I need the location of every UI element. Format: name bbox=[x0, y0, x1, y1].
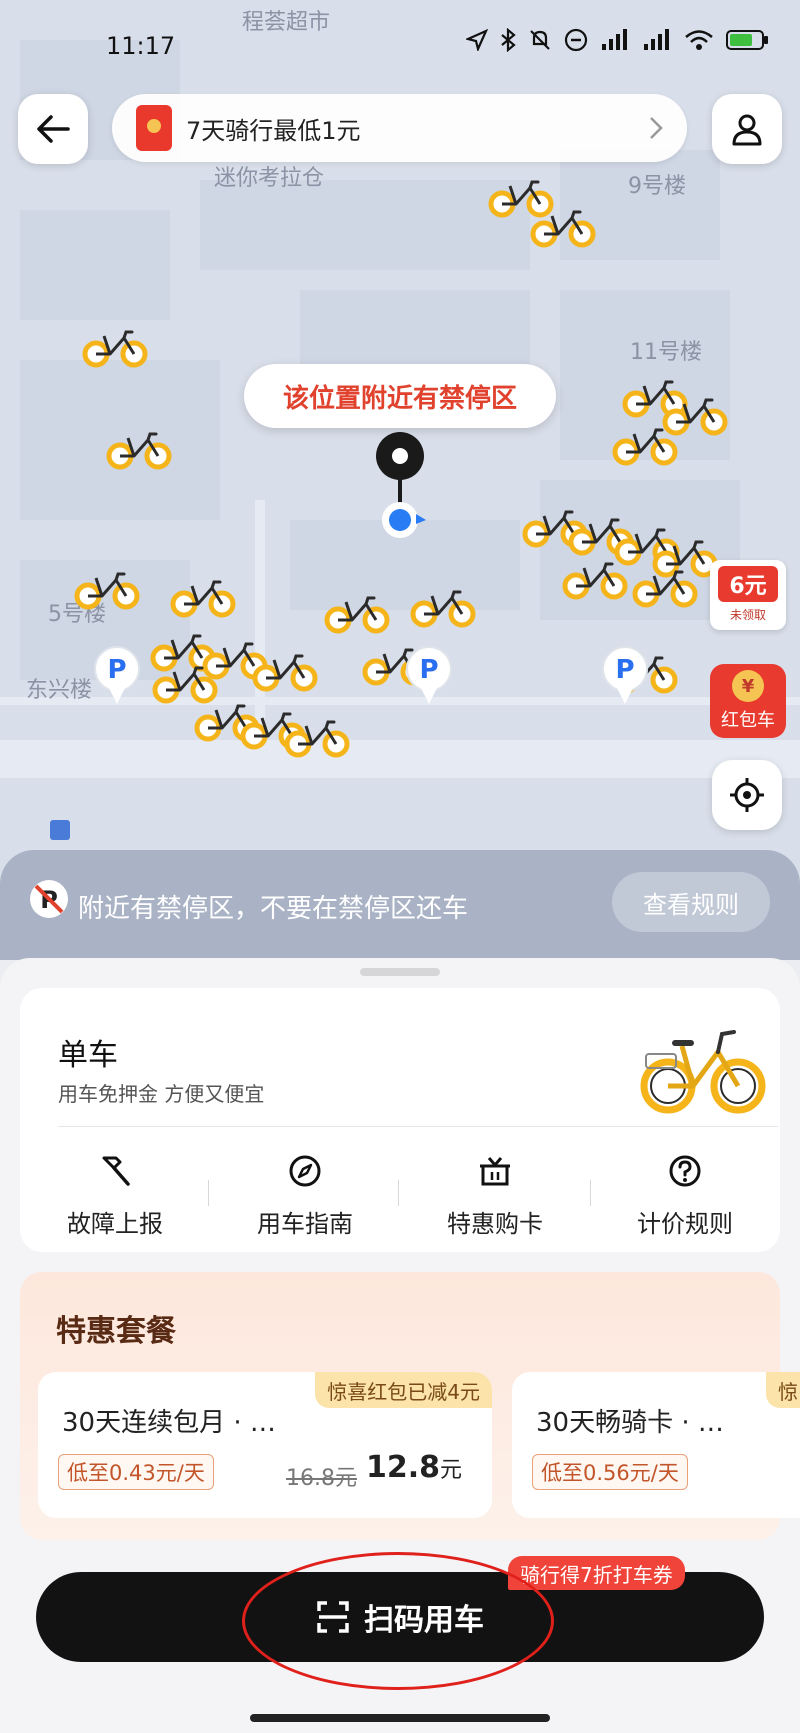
deal-price-unit: 元 bbox=[440, 1458, 463, 1483]
no-parking-warning-bubble: 该位置附近有禁停区 bbox=[244, 364, 556, 428]
deal-name: 30天畅骑卡 · … bbox=[536, 1408, 724, 1438]
highlight-annotation bbox=[242, 1552, 554, 1690]
arrow-left-icon bbox=[37, 115, 70, 143]
relocate-button[interactable] bbox=[712, 760, 782, 830]
map-label-supermarket: 程荟超市 bbox=[242, 10, 331, 35]
redpacket-bike-label: 红包车 bbox=[721, 710, 775, 731]
no-parking-icon: P bbox=[30, 880, 68, 918]
notice-text: 附近有禁停区，不要在禁停区还车 bbox=[78, 894, 469, 924]
deal-name: 30天连续包月 · … bbox=[62, 1408, 276, 1438]
coupon-sub: 未领取 bbox=[729, 608, 766, 622]
hammer-icon bbox=[102, 1156, 130, 1186]
parking-pin[interactable]: P bbox=[92, 644, 142, 708]
compass-icon bbox=[289, 1155, 321, 1187]
bluetooth-icon bbox=[501, 28, 516, 52]
deal-daily-badge: 低至0.43元/天 bbox=[58, 1454, 214, 1490]
deal-price: 12.8元 bbox=[366, 1450, 462, 1485]
coupon-widget[interactable]: 6元 未领取 bbox=[710, 560, 786, 630]
bike-marker[interactable] bbox=[560, 560, 630, 600]
mute-icon bbox=[530, 30, 550, 50]
bike-marker[interactable] bbox=[250, 652, 320, 692]
svg-text:P: P bbox=[107, 655, 126, 685]
service-divider bbox=[398, 1180, 399, 1206]
location-pin bbox=[376, 432, 426, 538]
sheet-drag-handle[interactable] bbox=[360, 968, 440, 976]
question-icon bbox=[669, 1155, 701, 1187]
map-label-dongxing: 东兴楼 bbox=[26, 678, 93, 703]
profile-button[interactable] bbox=[712, 94, 782, 164]
promo-text: 7天骑行最低1元 bbox=[186, 116, 361, 145]
status-icons bbox=[466, 28, 770, 52]
bike-marker[interactable] bbox=[610, 426, 680, 466]
wifi-icon bbox=[685, 30, 713, 50]
location-arrow-icon bbox=[466, 29, 488, 51]
red-packet-icon bbox=[136, 105, 172, 151]
svg-text:P: P bbox=[419, 655, 438, 685]
deal-card-ride-pass[interactable]: 惊 30天畅骑卡 · … 低至0.56元/天 bbox=[512, 1372, 800, 1518]
service-pricing-rules[interactable]: 计价规则 bbox=[610, 1150, 760, 1239]
deal-tag: 惊喜红包已减4元 bbox=[315, 1372, 492, 1408]
bike-card-subtitle: 用车免押金 方便又便宜 bbox=[58, 1082, 265, 1106]
taxi-coupon-tag: 骑行得7折打车券 bbox=[508, 1556, 685, 1590]
bike-marker[interactable] bbox=[630, 568, 700, 608]
card-divider bbox=[58, 1126, 778, 1127]
deal-daily-badge: 低至0.56元/天 bbox=[532, 1454, 688, 1490]
bike-marker[interactable] bbox=[104, 430, 174, 470]
service-report-fault[interactable]: 故障上报 bbox=[40, 1150, 190, 1239]
service-label: 故障上报 bbox=[67, 1210, 163, 1238]
chevron-right-icon bbox=[650, 117, 663, 139]
bike-marker[interactable] bbox=[528, 208, 598, 248]
signal-hd-icon bbox=[644, 29, 669, 50]
map-label-building-11: 11号楼 bbox=[630, 340, 702, 365]
bike-marker[interactable] bbox=[168, 578, 238, 618]
signal-icon bbox=[602, 29, 627, 50]
bike-marker[interactable] bbox=[282, 718, 352, 758]
view-rules-button[interactable]: 查看规则 bbox=[612, 872, 770, 932]
service-label: 计价规则 bbox=[637, 1210, 733, 1238]
parking-pin[interactable]: P bbox=[600, 644, 650, 708]
map-label-warehouse: 迷你考拉仓 bbox=[214, 166, 325, 191]
coin-icon: ¥ bbox=[732, 670, 764, 702]
redpacket-bike-widget[interactable]: ¥ 红包车 bbox=[710, 664, 786, 738]
user-icon bbox=[732, 114, 762, 146]
coupon-amount: 6元 bbox=[718, 566, 778, 602]
bike-marker[interactable] bbox=[150, 664, 220, 704]
bike-marker[interactable] bbox=[408, 588, 478, 628]
deal-old-price: 16.8元 bbox=[286, 1466, 357, 1491]
service-guide[interactable]: 用车指南 bbox=[230, 1150, 380, 1239]
battery-icon bbox=[726, 30, 768, 50]
promo-banner[interactable]: 7天骑行最低1元 bbox=[112, 94, 687, 162]
map-label-building-9: 9号楼 bbox=[628, 174, 686, 199]
bike-card-title: 单车 bbox=[58, 1038, 118, 1073]
service-buy-card[interactable]: 特惠购卡 bbox=[420, 1150, 570, 1239]
parking-pin[interactable]: P bbox=[404, 644, 454, 708]
bike-marker[interactable] bbox=[322, 594, 392, 634]
bike-marker[interactable] bbox=[80, 328, 150, 368]
service-divider bbox=[208, 1180, 209, 1206]
back-button[interactable] bbox=[18, 94, 88, 164]
deals-title: 特惠套餐 bbox=[56, 1314, 176, 1349]
deal-price-value: 12.8 bbox=[366, 1450, 441, 1485]
crosshair-icon bbox=[730, 778, 764, 812]
bike-illustration bbox=[640, 1030, 766, 1114]
svg-text:P: P bbox=[615, 655, 634, 685]
dnd-icon bbox=[564, 28, 588, 52]
bike-marker[interactable] bbox=[72, 570, 142, 610]
service-divider bbox=[590, 1180, 591, 1206]
service-label: 用车指南 bbox=[257, 1210, 353, 1238]
status-time: 11:17 bbox=[106, 32, 176, 60]
bus-stop-icon bbox=[50, 820, 70, 840]
home-indicator[interactable] bbox=[250, 1714, 550, 1722]
deal-card-monthly[interactable]: 惊喜红包已减4元 30天连续包月 · … 低至0.43元/天 16.8元 12.… bbox=[38, 1372, 492, 1518]
deal-tag: 惊 bbox=[766, 1372, 800, 1408]
service-label: 特惠购卡 bbox=[447, 1210, 543, 1238]
gift-icon bbox=[480, 1157, 510, 1186]
